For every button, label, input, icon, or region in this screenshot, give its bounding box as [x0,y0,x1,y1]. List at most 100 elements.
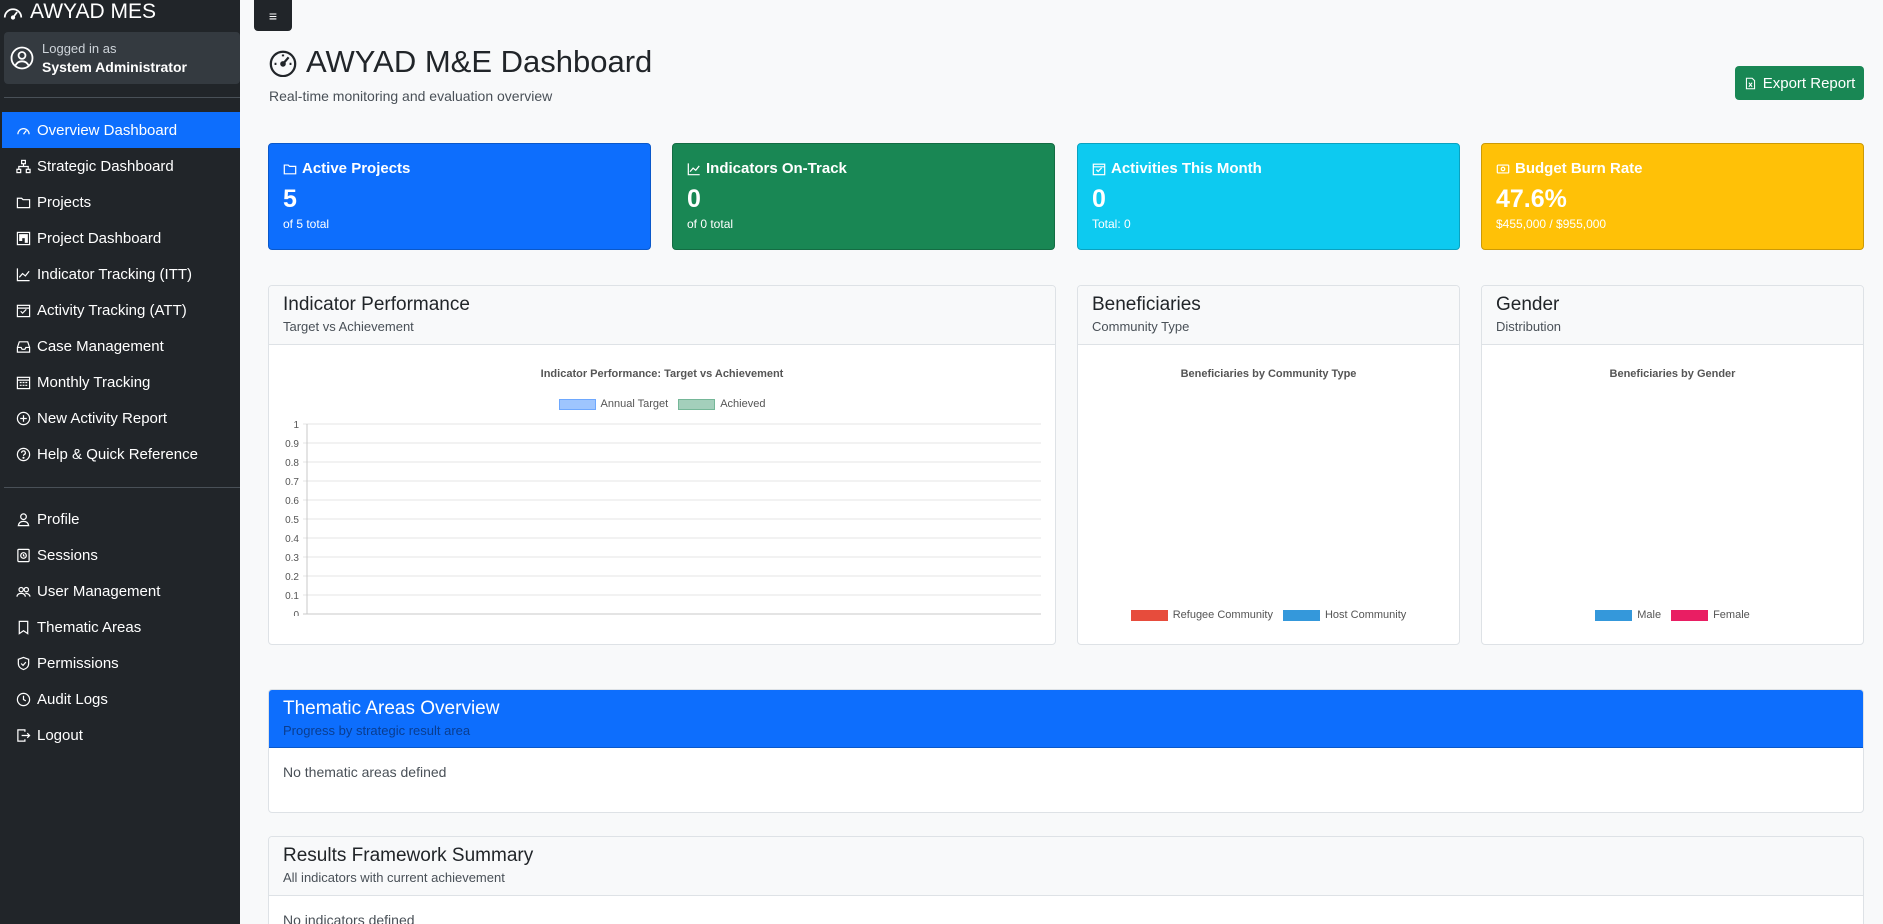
kpi-budget-burn-rate: Budget Burn Rate 47.6% $455,000 / $955,0… [1481,143,1864,250]
kpi-active-projects: Active Projects 5 of 5 total [268,143,651,250]
card-header: Results Framework Summary All indicators… [269,837,1863,896]
sidebar-toggle-button[interactable]: ≡ [254,0,292,31]
legend-swatch [1282,609,1320,621]
speedometer-icon [3,8,23,20]
card-subtitle: All indicators with current achievement [283,870,505,885]
sidebar-item-profile[interactable]: Profile [2,501,240,537]
sidebar-item-project-dashboard[interactable]: Project Dashboard [2,220,240,256]
calendar-check-icon [16,304,31,317]
sidebar-item-label: Project Dashboard [37,229,162,247]
y-tick-label: 0.5 [285,515,299,526]
legend-item-achieved[interactable]: Achieved [678,398,765,410]
shield-icon [17,656,30,670]
logged-in-label: Logged in as [42,41,117,56]
kpi-subtext: of 5 total [283,217,330,231]
graph-up-icon [16,267,30,281]
y-tick-label: 0 [293,610,299,616]
kanban-icon [16,231,31,245]
clock-icon [16,692,31,706]
logout-icon [17,728,31,742]
people-icon [16,586,31,597]
sidebar-item-projects[interactable]: Projects [2,184,240,220]
legend-label: Annual Target [600,398,669,410]
speedometer-icon [17,127,30,135]
y-tick-label: 0.6 [285,496,299,507]
sidebar-item-thematic-areas[interactable]: Thematic Areas [2,609,240,645]
user-avatar-icon [10,46,34,70]
card-subtitle: Community Type [1092,319,1190,334]
kpi-value: 0 [687,185,701,213]
legend-item-annual-target[interactable]: Annual Target [558,398,669,410]
indicator-bar-chart: 1 0.9 0.8 0.7 0.6 0.5 0.4 0.3 0.2 0.1 0 [285,420,1041,616]
legend-item-refugee-community[interactable]: Refugee Community [1130,609,1273,621]
sidebar-item-permissions[interactable]: Permissions [2,645,240,681]
user-box: Logged in as System Administrator [4,32,240,84]
sidebar-item-label: Monthly Tracking [37,373,151,391]
sidebar-item-monthly-tracking[interactable]: Monthly Tracking [2,364,240,400]
brand[interactable]: AWYAD MES [2,0,156,24]
card-subtitle: Distribution [1496,319,1562,334]
sidebar-item-label: Strategic Dashboard [37,157,174,175]
sidebar-item-new-activity-report[interactable]: New Activity Report [2,400,240,436]
kpi-subtext: $455,000 / $955,000 [1496,217,1607,231]
sidebar-item-audit-logs[interactable]: Audit Logs [2,681,240,717]
kpi-subtext: Total: 0 [1092,217,1131,231]
sidebar-item-case-management[interactable]: Case Management [2,328,240,364]
export-report-button[interactable]: Export Report [1735,66,1864,100]
sidebar-item-sessions[interactable]: Sessions [2,537,240,573]
legend-item-male[interactable]: Male [1595,609,1661,621]
brand-name: AWYAD MES [30,0,157,23]
sidebar-item-user-management[interactable]: User Management [2,573,240,609]
card-header: Beneficiaries Community Type [1078,286,1459,345]
sidebar-item-label: Indicator Tracking (ITT) [37,265,193,283]
sidebar-item-indicator-tracking[interactable]: Indicator Tracking (ITT) [2,256,240,292]
card-header: Thematic Areas Overview Progress by stra… [269,690,1863,748]
legend-swatch [678,398,716,410]
main-nav: Overview Dashboard Strategic Dashboard P… [2,112,240,472]
kpi-subtext: of 0 total [687,217,734,231]
plus-circle-icon [16,411,31,425]
y-tick-label: 0.9 [285,439,299,450]
card-title: Thematic Areas Overview [283,698,500,719]
page-subtitle: Real-time monitoring and evaluation over… [269,88,553,104]
sidebar-item-label: Overview Dashboard [37,121,178,139]
legend-label: Female [1713,609,1750,621]
kpi-value: 5 [283,185,297,213]
sidebar-item-overview-dashboard[interactable]: Overview Dashboard [2,112,240,148]
sidebar-item-label: Activity Tracking (ATT) [37,301,187,319]
diagram-icon [16,159,31,173]
legend-label: Host Community [1324,609,1407,621]
clock-history-icon [17,548,30,562]
y-tick-label: 0.1 [285,591,299,602]
legend-item-host-community[interactable]: Host Community [1282,609,1407,621]
chart-legend: Refugee Community Host Community [1078,609,1459,621]
y-tick-label: 0.8 [285,458,299,469]
y-tick-label: 0.4 [285,534,299,545]
sidebar-item-label: User Management [37,582,161,600]
page-title-text: AWYAD M&E Dashboard [306,44,653,79]
sidebar-divider [4,487,240,488]
sidebar-item-label: Logout [37,726,83,744]
sidebar-item-label: Profile [37,510,80,528]
kpi-title: Activities This Month [1111,160,1262,177]
legend-swatch [1595,609,1633,621]
sidebar-item-activity-tracking[interactable]: Activity Tracking (ATT) [2,292,240,328]
graph-up-icon [687,162,700,175]
file-excel-icon [1745,77,1755,89]
sidebar-item-help[interactable]: Help & Quick Reference [2,436,240,472]
inbox-icon [16,340,31,353]
user-name: System Administrator [42,59,187,75]
folder-icon [16,197,31,208]
sidebar-item-strategic-dashboard[interactable]: Strategic Dashboard [2,148,240,184]
question-circle-icon [16,447,31,461]
chart-legend: Annual Target Achieved [269,398,1055,410]
sidebar-divider [4,97,240,98]
empty-state-text: No thematic areas defined [283,764,447,780]
card-subtitle: Target vs Achievement [283,319,414,334]
legend-item-female[interactable]: Female [1671,609,1750,621]
legend-label: Refugee Community [1172,609,1273,621]
sidebar-item-label: Case Management [37,337,164,355]
beneficiaries-card: Beneficiaries Community Type Beneficiari… [1077,285,1460,645]
sidebar-item-logout[interactable]: Logout [2,717,240,753]
y-tick-label: 1 [293,420,299,431]
